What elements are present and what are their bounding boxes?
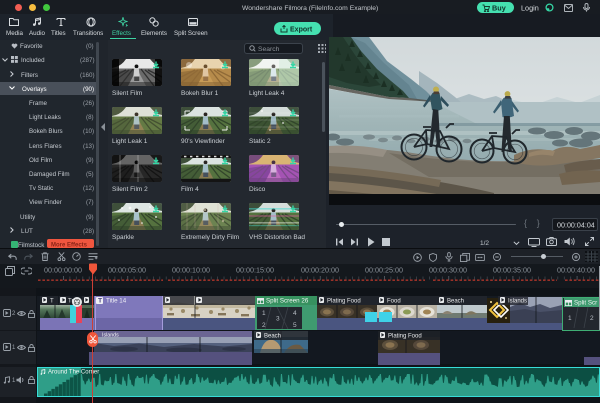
- svg-text:1: 1: [568, 315, 572, 322]
- svg-text:1: 1: [262, 310, 266, 317]
- svg-text:5: 5: [293, 322, 297, 329]
- svg-text:4: 4: [293, 310, 297, 317]
- svg-text:2: 2: [590, 315, 594, 322]
- svg-text:3: 3: [276, 315, 280, 322]
- svg-text:2: 2: [262, 322, 266, 329]
